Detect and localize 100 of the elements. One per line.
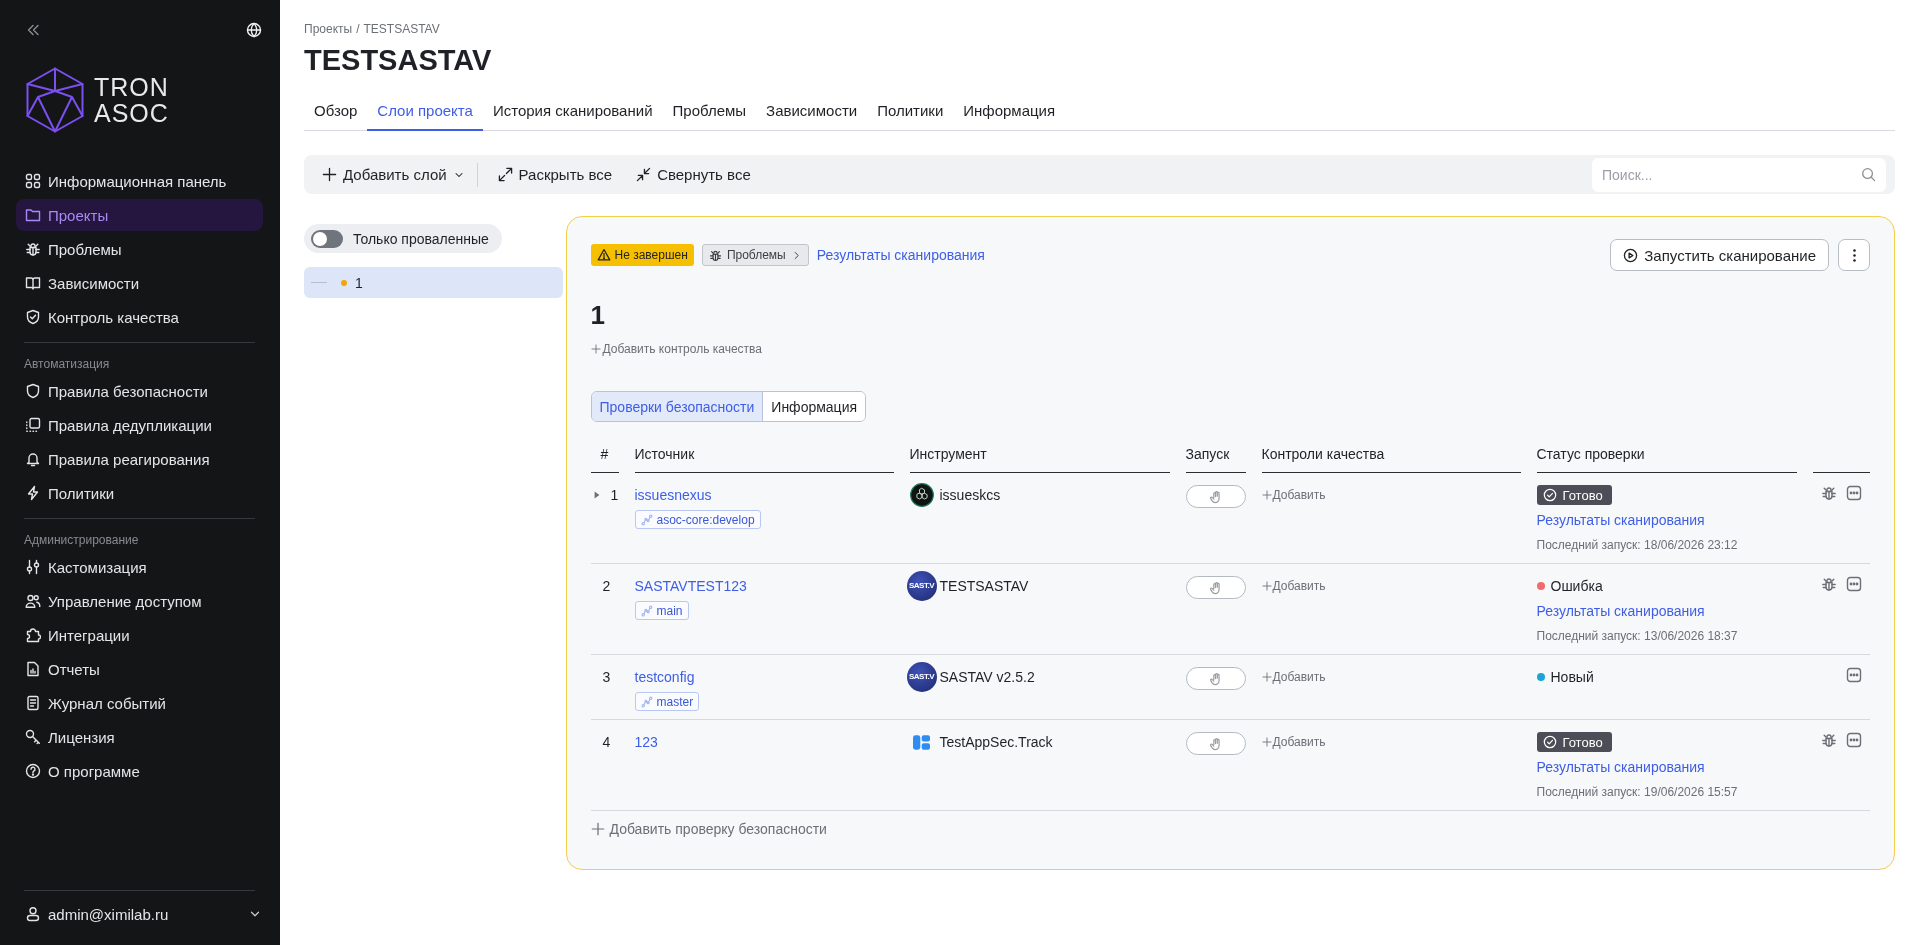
branch-icon: [640, 513, 653, 526]
expand-arrows-icon: [497, 167, 513, 182]
status-text: Новый: [1550, 669, 1594, 685]
row-number: 1: [610, 487, 619, 503]
subtab[interactable]: Информация: [762, 392, 866, 421]
results-link[interactable]: Результаты сканирования: [1536, 757, 1705, 777]
key-icon: [25, 729, 41, 745]
status-text: Ошибка: [1550, 578, 1603, 594]
tab[interactable]: Обзор: [304, 91, 368, 131]
bug-icon[interactable]: [1820, 732, 1837, 748]
nav-item[interactable]: Правила дедупликации: [16, 409, 263, 441]
column-header: Статус проверки: [1536, 444, 1797, 473]
plus-icon: [1261, 490, 1272, 500]
toolbar-button[interactable]: Раскрыть все: [493, 159, 617, 190]
branch-icon: [640, 604, 653, 617]
add-quality-control-button[interactable]: Добавить: [1261, 667, 1326, 687]
tab[interactable]: Зависимости: [756, 91, 868, 131]
toolbar-button[interactable]: Свернуть все: [632, 159, 755, 190]
hand-icon: [1208, 671, 1223, 686]
nav-item[interactable]: Зависимости: [16, 267, 263, 299]
collapse-sidebar-icon[interactable]: [25, 22, 41, 38]
source-link[interactable]: SASTAVTEST123: [634, 576, 747, 596]
tool-logo: SAST.V: [906, 571, 937, 601]
bug-icon[interactable]: [1820, 485, 1837, 501]
layer-item[interactable]: 1: [304, 267, 563, 298]
bell-icon: [25, 451, 41, 467]
more-icon[interactable]: [1845, 732, 1862, 748]
tool-name: SASTAV v2.5.2: [939, 669, 1035, 685]
more-icon[interactable]: [1845, 485, 1862, 501]
shield-check-icon: [25, 309, 41, 325]
add-quality-control-button[interactable]: Добавить: [1261, 485, 1326, 505]
nav-item[interactable]: Отчеты: [16, 653, 263, 685]
expand-caret-icon[interactable]: [593, 491, 600, 499]
toggle-switch[interactable]: [311, 229, 343, 248]
source-link[interactable]: issuesnexus: [634, 485, 712, 505]
source-link[interactable]: testconfig: [634, 667, 695, 687]
results-link[interactable]: Результаты сканирования: [1536, 601, 1705, 621]
tab[interactable]: Информация: [953, 91, 1066, 131]
nav-item[interactable]: О программе: [16, 755, 263, 787]
branch-name: master: [656, 694, 694, 709]
tab[interactable]: История сканирований: [482, 91, 663, 131]
plus-icon: [590, 344, 601, 354]
last-run-text: Последний запуск: 19/06/2026 15:57: [1536, 784, 1738, 801]
warning-icon: [596, 248, 611, 262]
subtab[interactable]: Проверки безопасности: [591, 392, 763, 421]
add-quality-control-button[interactable]: Добавить: [1261, 576, 1326, 596]
grid-icon: [25, 173, 41, 189]
add-security-check-button[interactable]: Добавить проверку безопасности: [590, 819, 827, 839]
nav-item[interactable]: Кастомизация: [16, 551, 263, 583]
tab[interactable]: Политики: [867, 91, 954, 131]
breadcrumb-link[interactable]: Проекты: [304, 21, 353, 37]
nav-item[interactable]: Информационная панель: [16, 165, 263, 197]
plus-icon: [1261, 737, 1272, 747]
section-heading: Администрирование: [24, 532, 140, 548]
nav-item[interactable]: Управление доступом: [16, 585, 263, 617]
nav-item[interactable]: Интеграции: [16, 619, 263, 651]
branch-icon: [640, 695, 653, 708]
source-link[interactable]: 123: [634, 732, 658, 752]
status-text: Не завершен: [614, 248, 688, 262]
sliders-icon: [25, 559, 41, 575]
more-vertical-icon: [1852, 248, 1856, 262]
nav-item[interactable]: Правила реагирования: [16, 443, 263, 475]
bug-icon[interactable]: [1820, 576, 1837, 592]
more-icon[interactable]: [1845, 576, 1862, 592]
hand-icon: [1208, 489, 1223, 504]
plus-icon: [590, 822, 605, 836]
nav-item[interactable]: Контроль качества: [16, 301, 263, 333]
failed-only-toggle[interactable]: Только проваленные: [304, 224, 502, 253]
search-icon[interactable]: [1861, 167, 1876, 182]
more-icon[interactable]: [1845, 667, 1862, 683]
toolbar-button[interactable]: Добавить слой: [318, 159, 469, 190]
report-icon: [25, 661, 41, 677]
run-scan-button[interactable]: Запустить сканирование: [1610, 239, 1829, 271]
results-link[interactable]: Результаты сканирования: [816, 245, 985, 265]
nav-item[interactable]: Политики: [16, 477, 263, 509]
document-icon: [25, 695, 41, 711]
globe-icon[interactable]: [246, 22, 262, 38]
puzzle-icon: [25, 627, 41, 643]
nav-item[interactable]: Проблемы: [16, 233, 263, 265]
tool-logo-icon: [913, 734, 930, 750]
plus-icon: [322, 167, 337, 182]
branch-name: main: [656, 603, 683, 618]
tool-logo: SAST.V: [906, 662, 937, 692]
search-field[interactable]: Поиск...: [1592, 157, 1886, 192]
nav-item[interactable]: Лицензия: [16, 721, 263, 753]
tab[interactable]: Проблемы: [662, 91, 757, 131]
branch-name: asoc-core:develop: [656, 512, 755, 527]
nav-item[interactable]: Проекты: [16, 199, 263, 231]
column-header: Контроли качества: [1261, 444, 1521, 473]
issues-button[interactable]: Проблемы: [701, 244, 809, 266]
nav-item[interactable]: Журнал событий: [16, 687, 263, 719]
last-run-text: Последний запуск: 13/06/2026 18:37: [1536, 628, 1738, 645]
results-link[interactable]: Результаты сканирования: [1536, 510, 1705, 530]
tab[interactable]: Слои проекта: [367, 91, 483, 131]
add-quality-control-button[interactable]: Добавить контроль качества: [590, 341, 762, 357]
nav-item[interactable]: Правила безопасности: [16, 375, 263, 407]
plus-icon: [1261, 581, 1272, 591]
folder-icon: [25, 207, 41, 223]
add-quality-control-button[interactable]: Добавить: [1261, 732, 1326, 752]
user-menu[interactable]: admin@ximilab.ru: [25, 898, 262, 930]
